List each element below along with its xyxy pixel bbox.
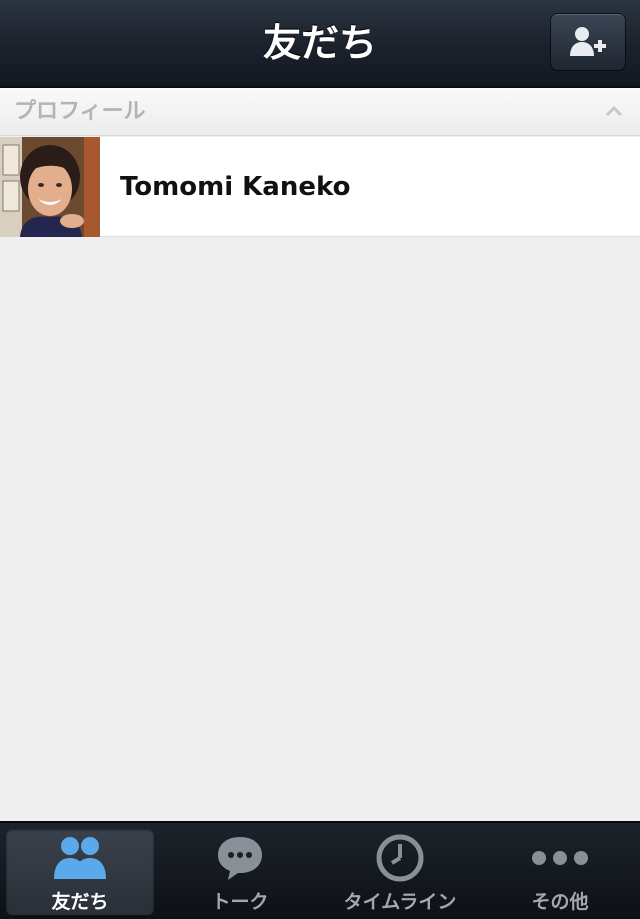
profile-row[interactable]: Tomomi Kaneko — [0, 137, 640, 237]
chevron-up-icon — [605, 105, 623, 117]
more-dots-icon — [532, 851, 588, 865]
profile-name: Tomomi Kaneko — [120, 172, 351, 202]
tab-timeline[interactable]: タイムライン — [326, 829, 474, 915]
add-person-icon — [570, 27, 606, 56]
chat-bubble-icon — [218, 837, 262, 880]
page-title: 友だち — [262, 21, 377, 65]
tab-friends[interactable]: 友だち — [6, 829, 154, 915]
add-friend-button[interactable] — [550, 13, 626, 71]
friends-icon — [54, 837, 106, 879]
tab-timeline-label: タイムライン — [343, 891, 457, 913]
profile-section-header[interactable]: プロフィール — [0, 88, 640, 136]
section-title: プロフィール — [14, 99, 146, 124]
navigation-bar: 友だち — [0, 0, 640, 88]
tab-more[interactable]: その他 — [486, 829, 634, 915]
tab-friends-label: 友だち — [51, 891, 109, 913]
avatar[interactable] — [0, 137, 100, 237]
tab-more-label: その他 — [531, 891, 589, 913]
tab-bar: 友だち トーク タイムライン その他 — [0, 821, 640, 919]
tab-talk[interactable]: トーク — [166, 829, 314, 915]
clock-icon — [376, 834, 424, 882]
tab-talk-label: トーク — [211, 891, 269, 913]
